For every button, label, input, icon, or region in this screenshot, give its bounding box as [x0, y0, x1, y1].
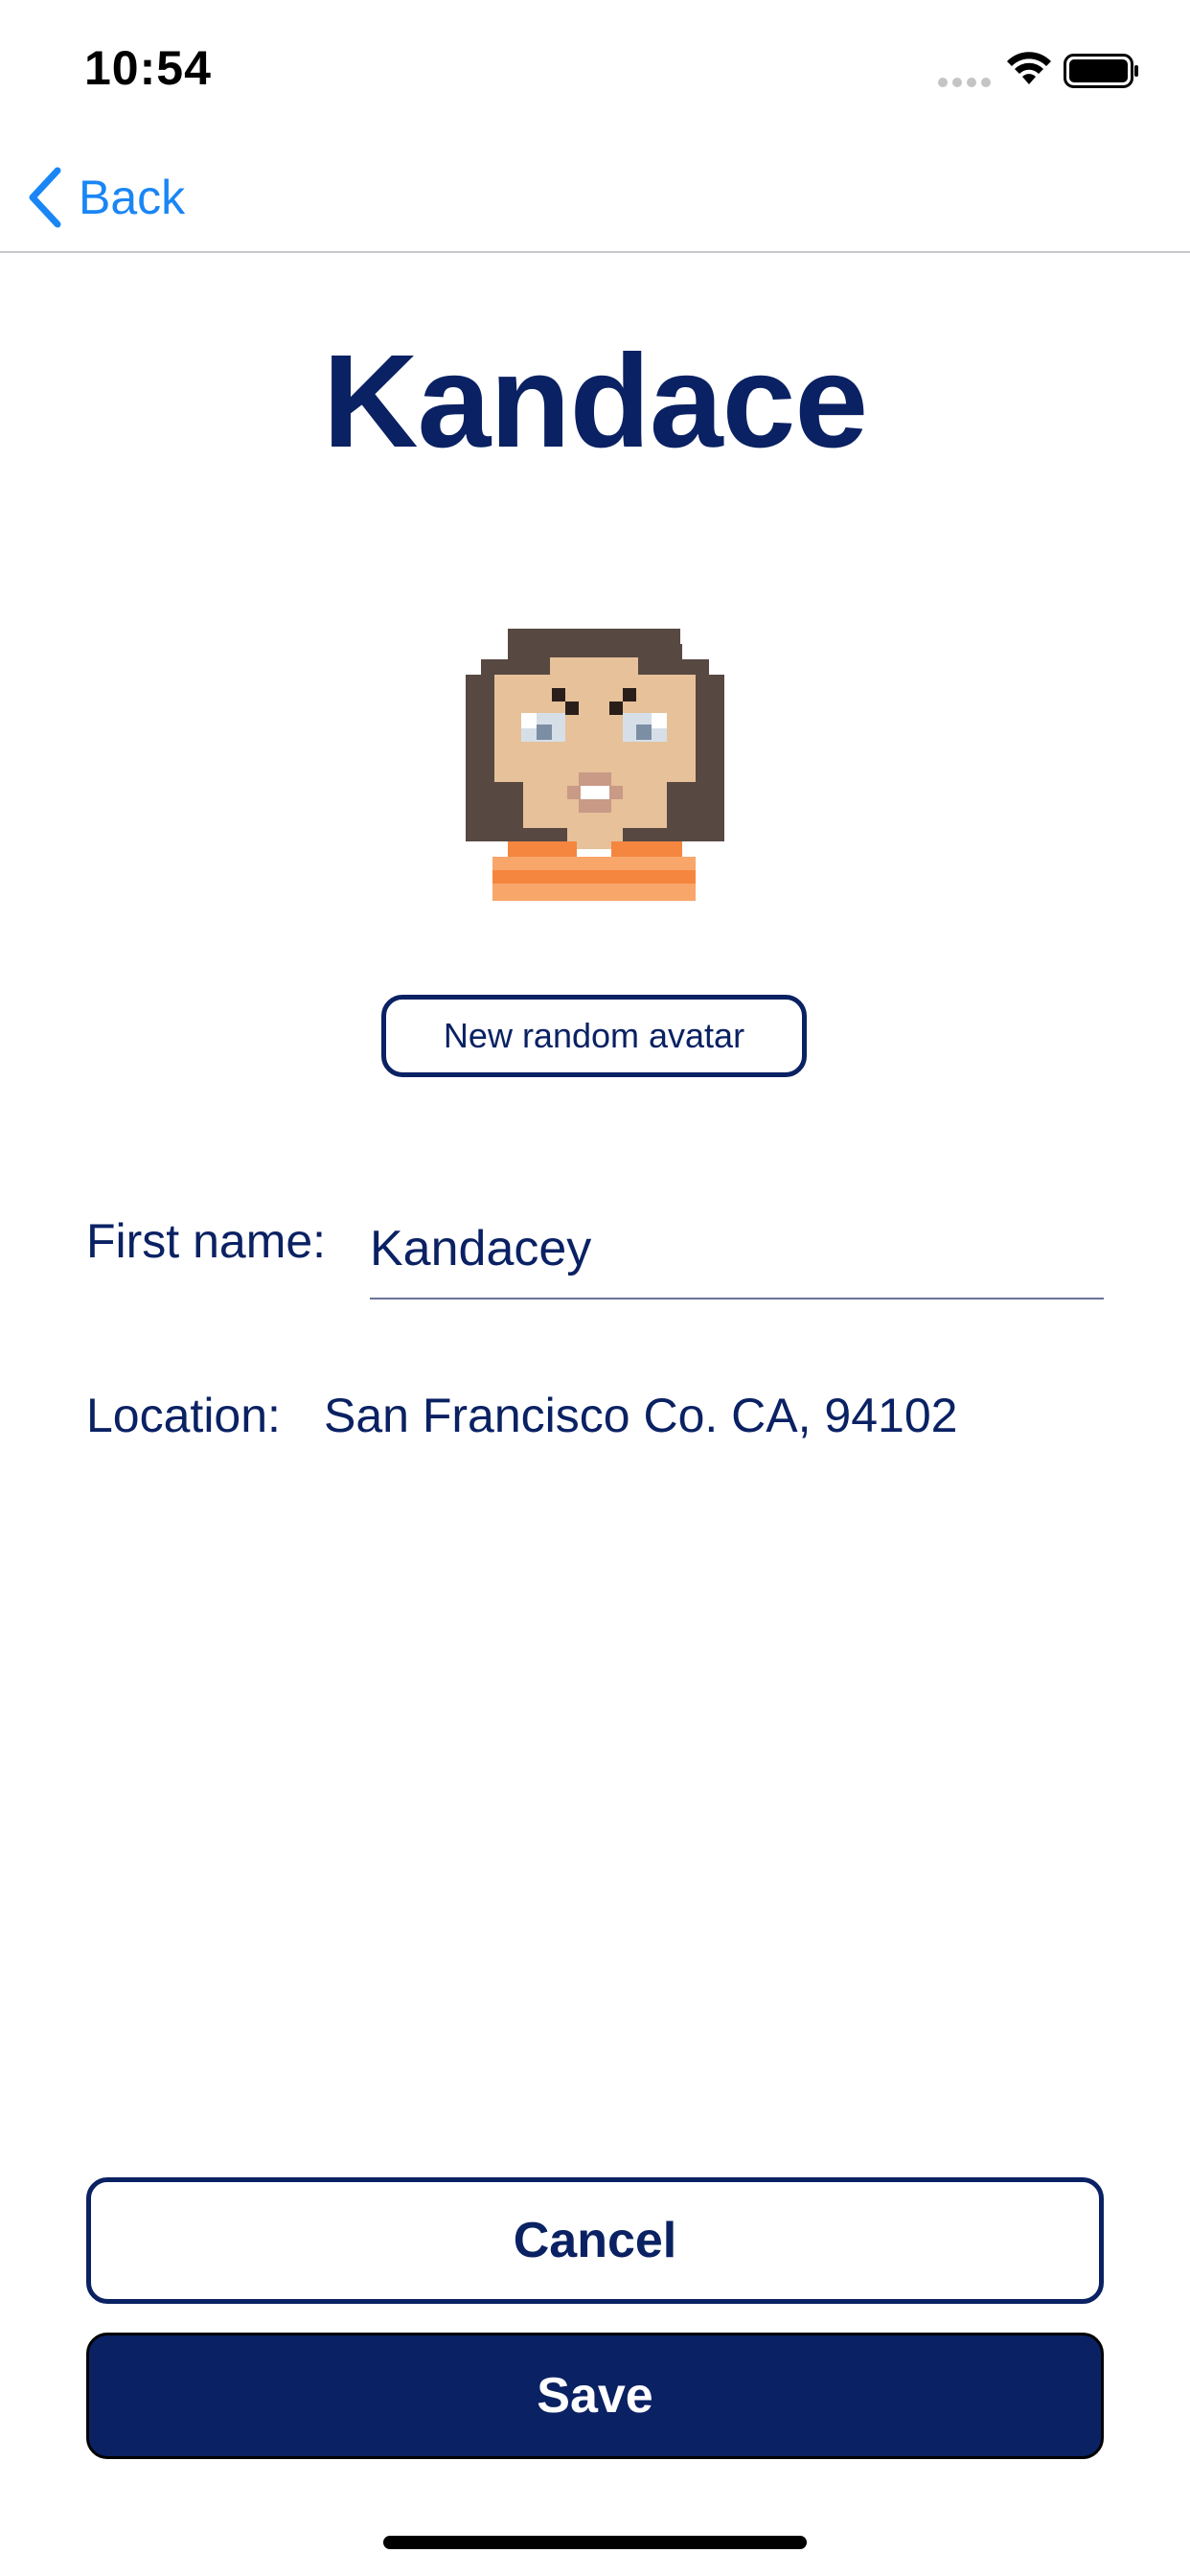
navigation-bar: Back — [0, 144, 1190, 253]
location-value: San Francisco Co. CA, 94102 — [324, 1389, 958, 1442]
first-name-label: First name: — [86, 1214, 327, 1268]
avatar — [466, 629, 724, 901]
cancel-button[interactable]: Cancel — [86, 2177, 1104, 2304]
save-button[interactable]: Save — [86, 2333, 1104, 2459]
cellular-signal-icon — [938, 78, 991, 87]
back-button[interactable]: Back — [25, 159, 185, 236]
status-bar: 10:54 — [0, 0, 1190, 144]
back-label: Back — [79, 171, 186, 224]
new-random-avatar-button[interactable]: New random avatar — [381, 995, 807, 1077]
battery-icon — [1064, 54, 1138, 88]
first-name-field[interactable] — [370, 1200, 1104, 1300]
page-title: Kandace — [322, 328, 868, 475]
chevron-left-icon — [29, 167, 61, 228]
location-label: Location: — [86, 1389, 281, 1442]
status-time: 10:54 — [84, 41, 212, 95]
wifi-icon — [1007, 52, 1051, 84]
home-indicator[interactable] — [383, 2536, 807, 2549]
